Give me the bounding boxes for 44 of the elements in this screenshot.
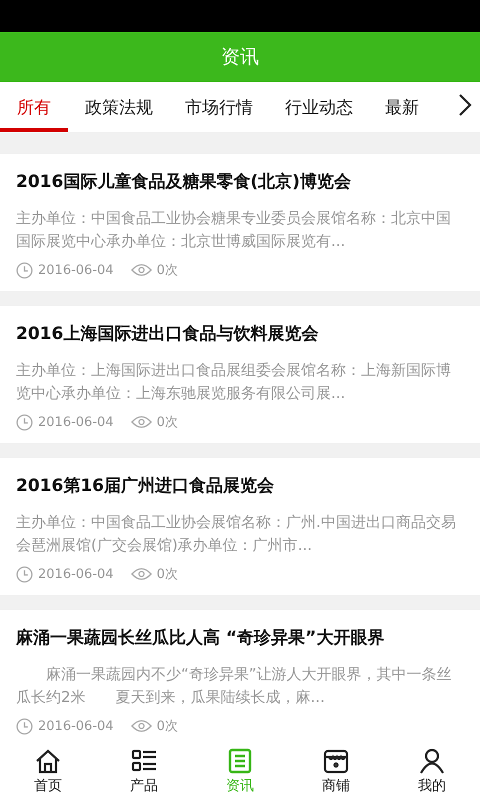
article-summary: 主办单位：上海国际进出口食品展组委会展馆名称：上海新国际博览中心承办单位：上海东驰展览服务有限公司展... [16, 360, 452, 404]
category-tab[interactable]: 政策法规 [70, 82, 168, 132]
article-card[interactable]: 麻涌一果蔬园长丝瓜比人高 “奇珍异果”大开眼界 麻涌一果蔬园内不少“奇珍异果”让游人大开眼界，其中一条丝瓜长约2米 夏天到来，瓜果陆续长成，麻... 2016-06-04 0次 [0, 610, 480, 742]
nav-item[interactable]: 商铺 [288, 742, 384, 800]
person-icon [419, 748, 445, 774]
eye-icon [130, 263, 152, 277]
article-summary: 主办单位：中国食品工业协会展馆名称：广州.中国进出口商品交易会琶洲展馆(广交会展馆)承办单位：广州市... [16, 512, 457, 556]
article-summary: 麻涌一果蔬园内不少“奇珍异果”让游人大开眼界，其中一条丝瓜长约2米 夏天到来，瓜果陆续长成，麻... [16, 664, 453, 708]
clock-icon [16, 414, 33, 430]
list-icon [131, 748, 157, 774]
shop-icon [323, 748, 349, 774]
publish-date: 2016-06-04 [38, 262, 114, 278]
document-icon [227, 748, 253, 774]
article-card[interactable]: 2016国际儿童食品及糖果零食(北京)博览会 主办单位：中国食品工业协会糖果专业委员会展馆名称：北京中国国际展览中心承办单位：北京世博威国际展览有... 2016-06-04 0次 [0, 154, 480, 291]
article-card[interactable]: 2016第16届广州进口食品展览会 主办单位：中国食品工业协会展馆名称：广州.中国进出口商品交易会琶洲展馆(广交会展馆)承办单位：广州市... 2016-06-04 0次 [0, 458, 480, 595]
home-icon [35, 748, 61, 774]
clock-icon [16, 566, 33, 582]
view-count: 0次 [156, 566, 178, 583]
publish-date: 2016-06-04 [38, 718, 114, 734]
article-title: 麻涌一果蔬园长丝瓜比人高 “奇珍异果”大开眼界 [16, 627, 386, 650]
article-title: 2016第16届广州进口食品展览会 [16, 475, 275, 498]
chevron-right-icon[interactable] [458, 93, 472, 117]
article-card[interactable]: 2016上海国际进出口食品与饮料展览会 主办单位：上海国际进出口食品展组委会展馆名称：上海新国际博览中心承办单位：上海东驰展览服务有限公司展... 2016-06-04 0次 [0, 306, 480, 443]
clock-icon [16, 262, 33, 278]
clock-icon [16, 718, 33, 734]
eye-icon [130, 719, 152, 733]
category-tab[interactable]: 市场行情 [170, 82, 268, 132]
category-tab[interactable]: 所有 [0, 82, 68, 132]
publish-date: 2016-06-04 [38, 566, 114, 582]
nav-item[interactable]: 首页 [0, 742, 96, 800]
view-count: 0次 [156, 414, 178, 431]
publish-date: 2016-06-04 [38, 414, 114, 430]
eye-icon [130, 567, 152, 581]
article-title: 2016国际儿童食品及糖果零食(北京)博览会 [16, 171, 352, 194]
article-summary: 主办单位：中国食品工业协会糖果专业委员会展馆名称：北京中国国际展览中心承办单位：北京世博威国际展览有... [16, 208, 452, 252]
eye-icon [130, 415, 152, 429]
page-title: 资讯 [221, 45, 259, 70]
article-title: 2016上海国际进出口食品与饮料展览会 [16, 323, 320, 346]
nav-item[interactable]: 产品 [96, 742, 192, 800]
category-tab[interactable]: 行业动态 [270, 82, 368, 132]
view-count: 0次 [156, 262, 178, 279]
view-count: 0次 [156, 718, 178, 735]
nav-item[interactable]: 我的 [384, 742, 480, 800]
category-tab[interactable]: 最新 [370, 82, 434, 132]
